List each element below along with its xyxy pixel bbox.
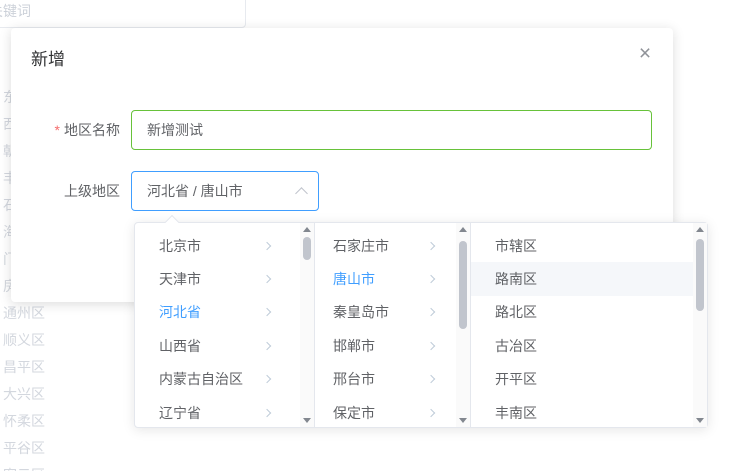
cascader-option-selected[interactable]: 河北省 [135, 296, 314, 329]
label-text: 上级地区 [64, 183, 120, 199]
scroll-down-icon[interactable] [696, 418, 704, 423]
scroll-down-icon[interactable] [303, 418, 311, 423]
chevron-right-icon [263, 408, 271, 416]
scroll-down-icon[interactable] [459, 418, 467, 423]
list-item: 密云区 [3, 462, 59, 471]
option-label: 保定市 [333, 403, 375, 423]
cascader-option-selected[interactable]: 唐山市 [315, 262, 470, 295]
chevron-right-icon [427, 308, 435, 316]
list-item: 通州区 [3, 300, 59, 327]
option-label: 邢台市 [333, 369, 375, 389]
option-label: 秦皇岛市 [333, 302, 389, 322]
cascader-option[interactable]: 市辖区 [471, 229, 707, 262]
parent-region-select[interactable]: 河北省 / 唐山市 [131, 171, 319, 211]
option-label: 古冶区 [495, 336, 537, 356]
cascader-option[interactable]: 石家庄市 [315, 229, 470, 262]
cascader-column-districts: 市辖区 路南区 路北区 古冶区 开平区 丰南区 [471, 223, 707, 427]
cascader-option[interactable]: 邯郸市 [315, 329, 470, 362]
list-item: 昌平区 [3, 354, 59, 381]
chevron-right-icon [263, 308, 271, 316]
scrollbar[interactable] [693, 223, 707, 427]
cascader-option[interactable]: 山西省 [135, 329, 314, 362]
option-label: 市辖区 [495, 236, 537, 256]
chevron-right-icon [427, 241, 435, 249]
cascader-option[interactable]: 保定市 [315, 396, 470, 429]
region-name-value: 新增测试 [147, 120, 203, 140]
cascader-column-provinces: 北京市 天津市 河北省 山西省 内蒙古自治区 辽宁省 [135, 223, 315, 427]
option-label: 天津市 [159, 269, 201, 289]
cascader-option[interactable]: 秦皇岛市 [315, 296, 470, 329]
chevron-right-icon [263, 241, 271, 249]
screen: 东城区 西城区 朝阳区 丰台区 石景山区 海淀区 门头沟区 房山区 通州区 顺义… [0, 0, 748, 471]
list-item: 顺义区 [3, 327, 59, 354]
parent-region-value: 河北省 / 唐山市 [147, 181, 243, 201]
list-item: 大兴区 [3, 381, 59, 408]
chevron-right-icon [427, 375, 435, 383]
option-label: 石家庄市 [333, 236, 389, 256]
list-item: 平谷区 [3, 435, 59, 462]
list-item: 怀柔区 [3, 408, 59, 435]
region-name-input[interactable]: 新增测试 [131, 110, 652, 150]
cascader-dropdown: 北京市 天津市 河北省 山西省 内蒙古自治区 辽宁省 石家庄市 唐山市 秦皇岛市… [134, 222, 708, 428]
dialog-title: 新增 [31, 45, 65, 70]
cascader-option[interactable]: 丰南区 [471, 396, 707, 429]
option-label: 路南区 [495, 269, 537, 289]
chevron-right-icon [263, 375, 271, 383]
scrollbar-thumb[interactable] [459, 241, 467, 329]
parent-region-label: 上级地区 [11, 171, 120, 211]
required-asterisk: * [55, 122, 60, 138]
cascader-option[interactable]: 天津市 [135, 262, 314, 295]
scrollbar-thumb[interactable] [696, 239, 704, 311]
cascader-option[interactable]: 北京市 [135, 229, 314, 262]
scroll-up-icon[interactable] [459, 227, 467, 232]
option-label: 丰南区 [495, 403, 537, 423]
close-button[interactable]: × [633, 42, 657, 66]
option-label: 北京市 [159, 236, 201, 256]
cascader-option[interactable]: 路北区 [471, 296, 707, 329]
cascader-option[interactable]: 辽宁省 [135, 396, 314, 429]
cascader-option[interactable]: 邢台市 [315, 363, 470, 396]
option-label: 内蒙古自治区 [159, 369, 243, 389]
scroll-up-icon[interactable] [696, 227, 704, 232]
option-label: 河北省 [159, 302, 201, 322]
cascader-option[interactable]: 开平区 [471, 363, 707, 396]
cascader-option[interactable]: 古冶区 [471, 329, 707, 362]
chevron-right-icon [263, 275, 271, 283]
label-text: 地区名称 [64, 122, 120, 138]
cascader-option-hovered[interactable]: 路南区 [471, 262, 707, 295]
option-label: 唐山市 [333, 269, 375, 289]
region-name-label: *地区名称 [11, 110, 120, 150]
option-label: 开平区 [495, 369, 537, 389]
chevron-up-icon [295, 187, 308, 200]
option-label: 路北区 [495, 302, 537, 322]
keyword-search-input[interactable] [0, 0, 246, 28]
option-label: 辽宁省 [159, 403, 201, 423]
chevron-right-icon [427, 342, 435, 350]
cascader-option[interactable]: 内蒙古自治区 [135, 363, 314, 396]
cascader-column-cities: 石家庄市 唐山市 秦皇岛市 邯郸市 邢台市 保定市 [315, 223, 471, 427]
chevron-right-icon [263, 342, 271, 350]
scrollbar-thumb[interactable] [303, 237, 311, 260]
scrollbar[interactable] [456, 223, 470, 427]
chevron-right-icon [427, 408, 435, 416]
chevron-right-icon [427, 275, 435, 283]
option-label: 山西省 [159, 336, 201, 356]
option-label: 邯郸市 [333, 336, 375, 356]
scrollbar[interactable] [300, 223, 314, 427]
scroll-up-icon[interactable] [303, 227, 311, 232]
